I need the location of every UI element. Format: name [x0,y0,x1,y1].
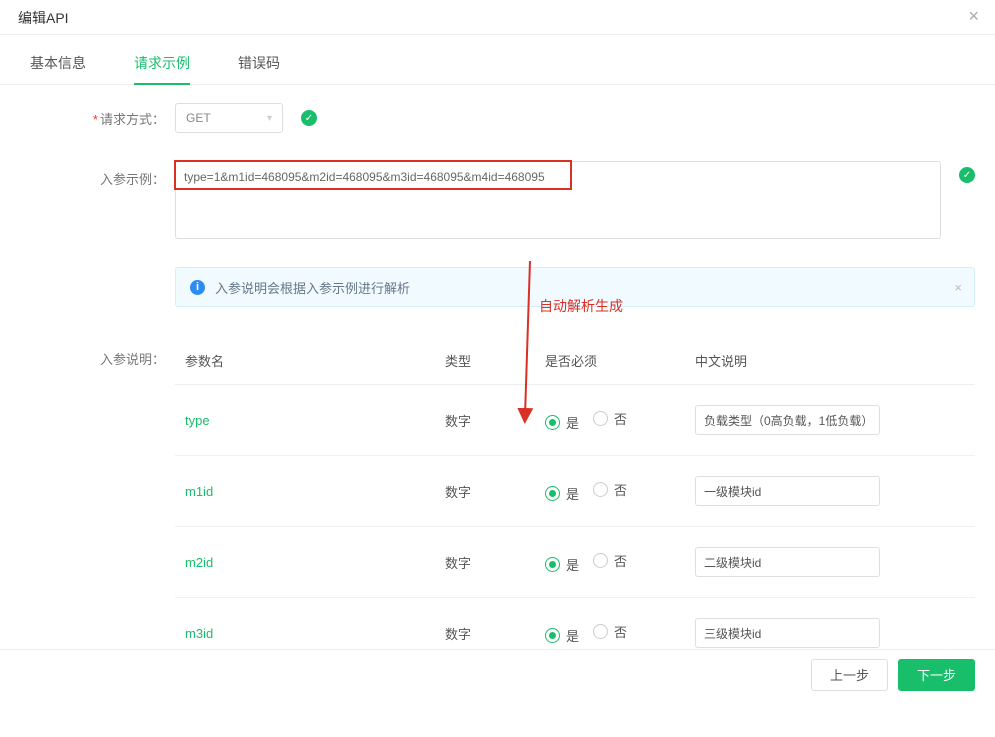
table-row: type 数字 是否 [175,385,975,456]
radio-yes[interactable]: 是 [545,413,579,432]
param-type: 数字 [445,414,471,429]
param-type: 数字 [445,627,471,642]
info-alert: i 入参说明会根据入参示例进行解析 × [175,267,975,307]
param-table: 参数名 类型 是否必须 中文说明 type数字是否m1id数字是否m2id数字是… [175,337,975,649]
table-row: m3id 数字 是否 [175,598,975,650]
info-icon: i [190,280,205,295]
chevron-down-icon: ▾ [267,113,272,124]
param-name: type [185,413,210,428]
method-select[interactable]: GET ▾ [175,103,283,133]
param-name: m2id [185,555,213,570]
table-row: m2id 数字 是否 [175,527,975,598]
tab-example[interactable]: 请求示例 [134,53,190,85]
alert-close-icon[interactable]: × [954,280,962,295]
desc-input[interactable] [695,476,880,506]
close-icon[interactable]: × [968,6,979,27]
example-label: 入参示例： [20,161,175,188]
th-type: 类型 [435,337,535,385]
radio-yes[interactable]: 是 [545,484,579,503]
radio-no[interactable]: 否 [593,480,627,499]
th-required: 是否必须 [535,337,685,385]
param-type: 数字 [445,485,471,500]
desc-input[interactable] [695,405,880,435]
th-name: 参数名 [175,337,435,385]
method-label: *请求方式： [20,103,175,128]
desc-input[interactable] [695,547,880,577]
desc-input[interactable] [695,618,880,648]
table-row: m1id 数字 是否 [175,456,975,527]
tabs: 基本信息 请求示例 错误码 [0,35,995,85]
alert-text: 入参说明会根据入参示例进行解析 [215,278,410,297]
valid-icon: ✓ [959,167,975,183]
prev-button[interactable]: 上一步 [811,659,888,691]
method-value: GET [186,111,211,125]
radio-yes[interactable]: 是 [545,555,579,574]
param-name: m1id [185,484,213,499]
example-input[interactable] [175,161,941,239]
param-type: 数字 [445,556,471,571]
modal-header: 编辑API × [0,0,995,35]
tab-basic[interactable]: 基本信息 [30,53,86,84]
radio-yes[interactable]: 是 [545,626,579,645]
form-body[interactable]: *请求方式： GET ▾ ✓ 入参示例： ✓ 自动解析生成 [0,85,995,649]
modal-footer: 上一步 下一步 [0,649,995,699]
desc-label: 入参说明： [20,335,175,368]
radio-no[interactable]: 否 [593,409,627,428]
next-button[interactable]: 下一步 [898,659,975,691]
radio-no[interactable]: 否 [593,622,627,641]
radio-no[interactable]: 否 [593,551,627,570]
tab-errors[interactable]: 错误码 [238,53,280,84]
valid-icon: ✓ [301,110,317,126]
th-desc: 中文说明 [685,337,975,385]
param-name: m3id [185,626,213,641]
modal-title: 编辑API [18,10,69,26]
